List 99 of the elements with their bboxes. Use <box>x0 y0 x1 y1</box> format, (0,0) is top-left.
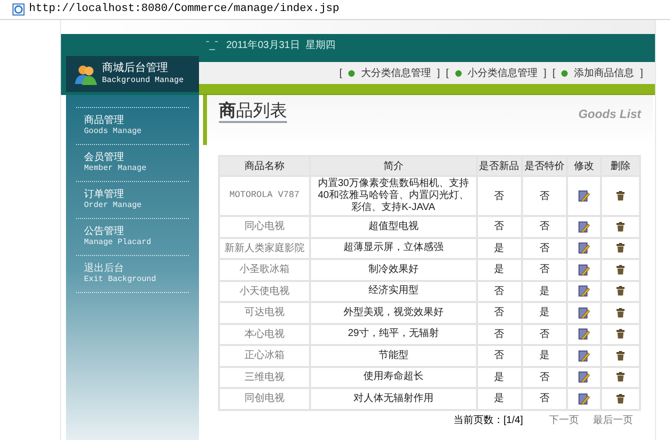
page-title-english: Goods List <box>578 106 641 123</box>
table-cell: 否 <box>522 388 568 410</box>
table-cell: 是 <box>476 259 522 280</box>
table-cell: 否 <box>476 280 522 302</box>
table-cell: 同心电视 <box>219 216 310 238</box>
column-header: 删除 <box>601 156 640 176</box>
sidebar-link[interactable]: 公告管理 <box>84 226 189 238</box>
sidebar-subtitle: Member Manage <box>84 164 148 174</box>
address-bar-url[interactable]: http://localhost:8080/Commerce/manage/index.jsp <box>29 1 340 18</box>
table-cell: 是 <box>522 345 568 366</box>
table-cell: 正心冰箱 <box>219 345 310 366</box>
trash-icon[interactable] <box>616 350 626 361</box>
sidebar-link[interactable]: 退出后台 <box>84 262 189 276</box>
edit-icon[interactable] <box>578 220 590 233</box>
trash-icon[interactable] <box>616 286 626 296</box>
column-header: 商品名称 <box>219 156 310 176</box>
table-cell: 否 <box>476 324 522 345</box>
table-cell: 制冷效果好 <box>310 259 477 280</box>
table-cell: 是 <box>522 302 568 324</box>
edit-icon[interactable] <box>578 285 590 298</box>
bracket: [ <box>446 66 449 80</box>
trash-icon[interactable] <box>616 190 626 201</box>
edit-icon[interactable] <box>578 371 590 384</box>
table-cell: 新新人类家庭影院 <box>219 238 310 259</box>
table-cell: 对人体无辐射作用 <box>310 388 477 410</box>
sidebar-subtitle: Manage Placard <box>84 238 152 248</box>
date-text: 2011年03月31日 星期四 <box>226 38 336 52</box>
column-header: 简介 <box>310 156 477 176</box>
bracket: [ <box>339 66 342 80</box>
column-header: 修改 <box>567 156 602 176</box>
page-title: 商品列表 <box>219 100 287 123</box>
sidebar-link[interactable]: 订单管理 <box>84 188 189 202</box>
page-indicator: 当前页数：[1/4] <box>454 414 523 428</box>
table-cell: 三维电视 <box>219 366 310 388</box>
table-cell: 本心电视 <box>219 324 310 345</box>
table-cell: 外型美观，视觉效果好 <box>310 302 477 324</box>
bullet-icon <box>454 70 462 76</box>
column-header: 是否新品 <box>476 156 522 176</box>
browser-page-icon <box>12 3 25 16</box>
trash-icon[interactable] <box>616 243 626 254</box>
table-cell: 否 <box>522 259 568 280</box>
table-cell: 小圣歌冰箱 <box>219 259 310 280</box>
table-cell: 同创电视 <box>219 388 310 410</box>
table-cell: 是 <box>522 280 568 302</box>
nav-link[interactable]: 大分类信息管理 <box>361 66 432 80</box>
table-cell: 可达电视 <box>219 302 310 324</box>
table-cell: MOTOROLA V787 <box>219 176 310 216</box>
table-cell: 小天使电视 <box>219 280 310 302</box>
table-cell: 否 <box>476 216 522 238</box>
table-cell: 否 <box>522 366 568 388</box>
edit-icon[interactable] <box>578 392 590 405</box>
sidebar-link[interactable]: 会员管理 <box>84 152 189 164</box>
column-header: 是否特价 <box>522 156 568 176</box>
sidebar-subtitle: Goods Manage <box>84 127 143 138</box>
table-cell: 内置30万像素变焦数码相机、支持40和弦雅马哈铃音、内置闪光灯、彩信、支持K-JAVA <box>310 176 477 216</box>
trash-icon[interactable] <box>616 308 626 318</box>
table-cell: 是 <box>476 366 522 388</box>
trash-icon[interactable] <box>616 222 626 232</box>
edit-icon[interactable] <box>578 242 590 254</box>
table-cell: 超薄显示屏，立体感强 <box>310 238 477 259</box>
bracket: ] <box>437 66 440 80</box>
table-cell: 是 <box>476 238 522 259</box>
table-cell: 否 <box>522 324 568 345</box>
bracket: [ <box>552 66 556 80</box>
logo-subtitle: Background Manage <box>102 76 184 86</box>
sidebar-subtitle: Exit Background <box>84 275 158 286</box>
table-cell: 超值型电视 <box>310 216 477 238</box>
edit-icon[interactable] <box>578 306 590 319</box>
trash-icon[interactable] <box>616 394 626 404</box>
edit-icon[interactable] <box>578 328 590 340</box>
trash-icon[interactable] <box>616 372 626 382</box>
table-cell: 使用寿命超长 <box>310 366 477 388</box>
table-cell: 节能型 <box>310 345 477 366</box>
last-page-link[interactable]: 最后一页 <box>593 412 633 428</box>
nav-link[interactable]: 添加商品信息 <box>574 66 634 80</box>
edit-icon[interactable] <box>578 350 590 362</box>
logo-title: 商城后台管理 <box>102 62 169 76</box>
bullet-icon <box>348 70 356 76</box>
edit-icon[interactable] <box>578 190 590 202</box>
table-cell: 是 <box>476 388 522 410</box>
edit-icon[interactable] <box>578 264 590 276</box>
next-page-link[interactable]: 下一页 <box>549 412 579 428</box>
table-cell: 否 <box>522 216 568 238</box>
table-cell: 否 <box>476 345 522 366</box>
emoticon: ˉ_ˉ <box>206 38 218 52</box>
bracket: ] <box>640 66 643 80</box>
sidebar-link[interactable]: 商品管理 <box>84 114 189 128</box>
table-cell: 否 <box>476 302 522 324</box>
table-cell: 否 <box>476 176 522 216</box>
bracket: ] <box>544 66 546 80</box>
bullet-icon <box>561 70 568 76</box>
sidebar-subtitle: Order Manage <box>84 201 143 212</box>
table-cell: 否 <box>522 238 568 259</box>
trash-icon[interactable] <box>616 329 626 340</box>
table-cell: 否 <box>522 176 568 216</box>
table-cell: 经济实用型 <box>310 280 477 302</box>
nav-link[interactable]: 小分类信息管理 <box>468 66 538 80</box>
table-cell: 29寸，纯平，无辐射 <box>310 324 477 345</box>
trash-icon[interactable] <box>616 264 626 275</box>
